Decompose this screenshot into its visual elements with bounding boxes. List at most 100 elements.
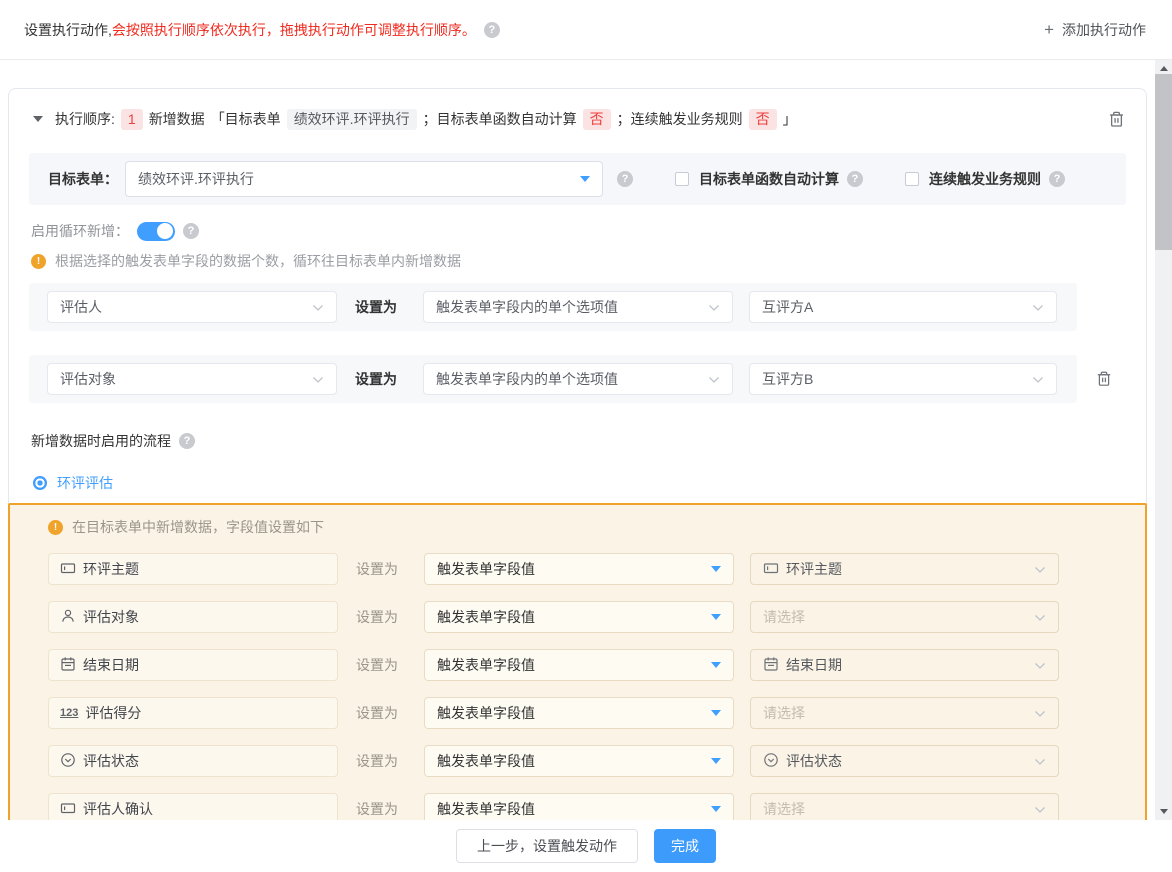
flow-radio-label[interactable]: 环评评估: [57, 473, 113, 493]
field-mapping-row: 评估对象 设置为 触发表单字段值 请选择: [48, 601, 1107, 633]
field-mapping-row: 评估人确认 设置为 触发表单字段值 请选择: [48, 793, 1107, 820]
done-button[interactable]: 完成: [654, 829, 716, 863]
source-field-value: 评估状态: [786, 751, 842, 771]
text-field-icon: [60, 800, 76, 819]
source-field-select[interactable]: 环评主题: [750, 553, 1059, 585]
chevron-down-icon: [1034, 801, 1046, 817]
person-icon: [60, 608, 76, 627]
chevron-down-icon: [1034, 753, 1046, 769]
target-field-box: 环评主题: [48, 553, 338, 585]
trash-icon: [1095, 370, 1113, 388]
add-action-label: 添加执行动作: [1062, 20, 1146, 40]
source-field-placeholder: 请选择: [763, 703, 805, 723]
page-title-warning: 会按照执行顺序依次执行，拖拽执行动作可调整执行顺序。: [112, 20, 476, 40]
calendar-icon: [60, 656, 76, 675]
source-field-select[interactable]: 结束日期: [750, 649, 1059, 681]
source-field-select[interactable]: 评估状态: [750, 745, 1059, 777]
loop-value: 互评方B: [762, 369, 813, 389]
loop-value-select[interactable]: 互评方B: [749, 363, 1057, 395]
scrollbar-thumb[interactable]: [1155, 74, 1172, 250]
help-icon[interactable]: ?: [484, 22, 500, 38]
dropdown-triangle-icon: [711, 710, 721, 716]
value-source-select[interactable]: 触发表单字段值: [424, 793, 734, 820]
order-number-badge: 1: [121, 109, 143, 130]
add-action-button[interactable]: + 添加执行动作: [1044, 20, 1146, 40]
loop-source-select[interactable]: 触发表单字段内的单个选项值: [423, 291, 733, 323]
summary-rule-label: ；连续触发业务规则: [617, 109, 743, 129]
target-field-box: 评估状态: [48, 745, 338, 777]
value-source-select[interactable]: 触发表单字段值: [424, 745, 734, 777]
previous-step-button[interactable]: 上一步，设置触发动作: [456, 829, 638, 863]
dropdown-triangle-icon: [580, 176, 590, 182]
trash-icon: [1107, 110, 1126, 129]
triangle-up-icon: [1160, 66, 1168, 71]
field-mapping-row: 评估状态 设置为 触发表单字段值 评估状态: [48, 745, 1107, 777]
target-form-badge: 绩效环评.环评执行: [287, 109, 417, 130]
collapse-caret-icon[interactable]: [33, 116, 43, 122]
loop-value-select[interactable]: 互评方A: [749, 291, 1057, 323]
vertical-scrollbar[interactable]: [1155, 60, 1172, 820]
target-field-label: 环评主题: [83, 559, 139, 579]
value-source-value: 触发表单字段值: [437, 799, 535, 819]
dropdown-triangle-icon: [711, 806, 721, 812]
set-as-label: 设置为: [356, 655, 398, 675]
footer-bar: 上一步，设置触发动作 完成: [0, 820, 1172, 872]
value-source-value: 触发表单字段值: [437, 655, 535, 675]
chevron-down-icon: [1034, 657, 1046, 673]
warning-icon: !: [48, 520, 63, 535]
target-form-label: 目标表单：: [48, 169, 118, 189]
target-form-selected-value: 绩效环评.环评执行: [138, 169, 254, 189]
source-field-select[interactable]: 请选择: [750, 697, 1059, 729]
target-field-label: 评估对象: [83, 607, 139, 627]
auto-calc-label: 目标表单函数自动计算: [699, 169, 839, 189]
order-summary-row: 执行顺序: 1 新增数据 「目标表单 绩效环评.环评执行 ；目标表单函数自动计算…: [29, 97, 1126, 141]
value-source-value: 触发表单字段值: [437, 703, 535, 723]
help-icon[interactable]: ?: [847, 171, 863, 187]
target-form-select[interactable]: 绩效环评.环评执行: [125, 161, 603, 197]
target-field-label: 评估得分: [85, 703, 141, 723]
source-field-select[interactable]: 请选择: [750, 793, 1059, 820]
value-source-select[interactable]: 触发表单字段值: [424, 601, 734, 633]
chevron-down-icon: [1032, 299, 1044, 315]
dropdown-triangle-icon: [711, 566, 721, 572]
value-source-select[interactable]: 触发表单字段值: [424, 697, 734, 729]
delete-action-button[interactable]: [1107, 110, 1126, 129]
chevron-down-icon: [708, 299, 720, 315]
action-type-label: 新增数据: [149, 109, 205, 129]
bracket-close: 」: [783, 109, 797, 129]
value-source-select[interactable]: 触发表单字段值: [424, 649, 734, 681]
chevron-down-icon: [1034, 705, 1046, 721]
loop-field-select[interactable]: 评估对象: [47, 363, 337, 395]
status-circle-icon: [763, 752, 779, 771]
help-icon[interactable]: ?: [179, 433, 195, 449]
flow-radio-selected[interactable]: [33, 476, 47, 490]
help-icon[interactable]: ?: [183, 223, 199, 239]
auto-calc-checkbox[interactable]: [675, 172, 689, 186]
loop-source-value: 触发表单字段内的单个选项值: [436, 369, 618, 389]
source-field-select[interactable]: 请选择: [750, 601, 1059, 633]
page-title: 设置执行动作,: [24, 20, 112, 40]
field-mapping-section: ! 在目标表单中新增数据，字段值设置如下 环评主题 设置为 触发表单字段值: [8, 503, 1147, 820]
value-source-value: 触发表单字段值: [437, 607, 535, 627]
loop-source-select[interactable]: 触发表单字段内的单个选项值: [423, 363, 733, 395]
number-123-icon: 123: [60, 707, 78, 719]
loop-toggle-switch[interactable]: [137, 222, 175, 241]
help-icon[interactable]: ?: [617, 171, 633, 187]
set-as-label: 设置为: [356, 799, 398, 819]
delete-loop-row-button[interactable]: [1095, 370, 1113, 388]
loop-toggle-row: 启用循环新增： ?: [29, 221, 1126, 241]
calendar-icon: [763, 656, 779, 675]
scrollbar-down-arrow[interactable]: [1155, 803, 1172, 820]
chevron-down-icon: [1034, 561, 1046, 577]
value-source-value: 触发表单字段值: [437, 751, 535, 771]
value-source-select[interactable]: 触发表单字段值: [424, 553, 734, 585]
loop-field-value: 评估人: [60, 297, 102, 317]
trigger-rule-checkbox[interactable]: [905, 172, 919, 186]
triangle-down-icon: [1160, 809, 1168, 814]
help-icon[interactable]: ?: [1049, 171, 1065, 187]
source-field-placeholder: 请选择: [763, 607, 805, 627]
loop-field-select[interactable]: 评估人: [47, 291, 337, 323]
summary-rule-badge: 否: [749, 109, 777, 130]
loop-source-value: 触发表单字段内的单个选项值: [436, 297, 618, 317]
loop-value: 互评方A: [762, 297, 813, 317]
